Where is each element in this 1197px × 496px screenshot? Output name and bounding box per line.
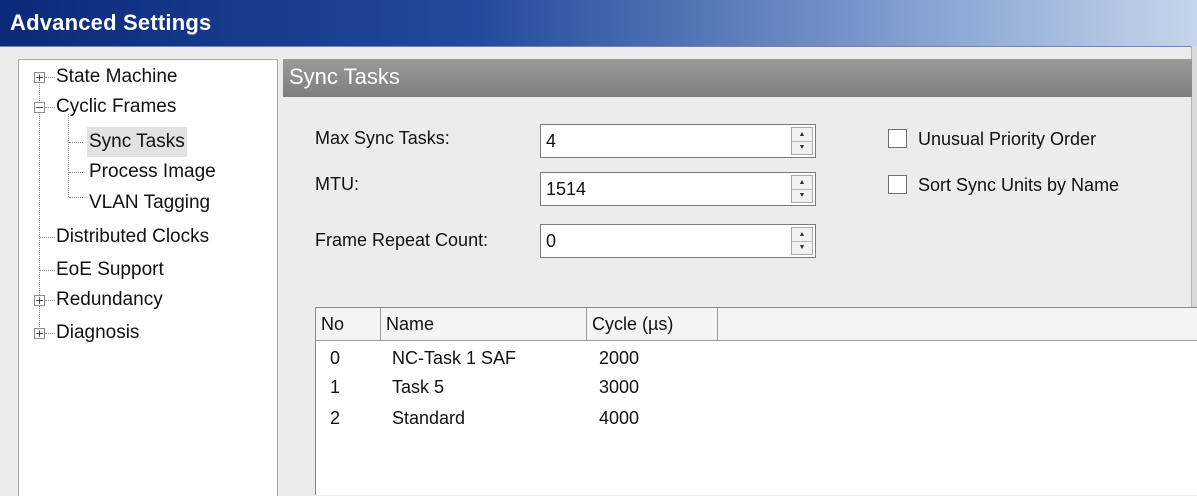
column-header-cycle[interactable]: Cycle (µs) <box>587 308 718 340</box>
sort-sync-units-label[interactable]: Sort Sync Units by Name <box>918 175 1119 196</box>
tree-item-eoe-support[interactable]: EoE Support <box>19 255 275 285</box>
unusual-priority-order-checkbox[interactable] <box>888 129 907 148</box>
pane-title: Sync Tasks <box>289 64 400 89</box>
cell-name: NC-Task 1 SAF <box>392 348 517 368</box>
tree-item-label: Process Image <box>89 161 216 182</box>
max-sync-tasks-label: Max Sync Tasks: <box>315 128 450 148</box>
expand-icon[interactable]: + <box>34 295 45 306</box>
unusual-priority-order-label[interactable]: Unusual Priority Order <box>918 129 1096 150</box>
max-sync-tasks-spinbox[interactable]: 4 ▲ ▼ <box>540 124 816 158</box>
cell-cycle: 3000 <box>599 377 640 397</box>
tree-item-label: Redundancy <box>56 289 163 310</box>
cell-no: 1 <box>330 377 341 397</box>
collapse-icon[interactable]: − <box>34 102 45 113</box>
column-header-no[interactable]: No <box>316 308 381 340</box>
sort-sync-units-checkbox[interactable] <box>888 175 907 194</box>
tree-item-label: Sync Tasks <box>87 127 187 157</box>
spin-buttons[interactable]: ▲ ▼ <box>791 127 813 155</box>
frame-repeat-count-value[interactable]: 0 <box>546 231 556 252</box>
tree-line <box>69 142 83 143</box>
tree-item-state-machine[interactable]: + State Machine <box>19 62 275 92</box>
tree-item-label: State Machine <box>56 66 178 87</box>
tree-line <box>69 172 83 173</box>
tree-line <box>45 300 55 301</box>
tree-item-label: EoE Support <box>56 259 164 280</box>
spin-buttons[interactable]: ▲ ▼ <box>791 227 813 255</box>
cell-name: Task 5 <box>392 377 445 397</box>
tree-item-sync-tasks[interactable]: Sync Tasks <box>19 127 275 157</box>
cell-name: Standard <box>392 408 466 428</box>
column-header-name[interactable]: Name <box>381 308 587 340</box>
max-sync-tasks-value[interactable]: 4 <box>546 131 556 152</box>
spin-down-icon[interactable]: ▼ <box>792 241 812 254</box>
cell-no: 2 <box>330 408 341 428</box>
tree-item-diagnosis[interactable]: + Diagnosis <box>19 318 275 348</box>
tree-item-cyclic-frames[interactable]: − Cyclic Frames <box>19 92 275 122</box>
tree-item-label: Diagnosis <box>56 322 140 343</box>
mtu-spinbox[interactable]: 1514 ▲ ▼ <box>540 172 816 206</box>
frame-repeat-count-spinbox[interactable]: 0 ▲ ▼ <box>540 224 816 258</box>
cell-cycle: 4000 <box>599 408 640 428</box>
sync-tasks-list[interactable]: No Name Cycle (µs) 0 NC-Task 1 SAF 2000 … <box>315 307 1197 495</box>
tree-item-label: Distributed Clocks <box>56 226 210 247</box>
tree-item-redundancy[interactable]: + Redundancy <box>19 285 275 315</box>
settings-tree[interactable]: + State Machine − Cyclic Frames Sync Tas… <box>18 59 278 496</box>
pane-header: Sync Tasks <box>283 59 1192 97</box>
spin-up-icon[interactable]: ▲ <box>792 128 812 142</box>
tree-item-label: VLAN Tagging <box>89 192 211 213</box>
expand-icon[interactable]: + <box>34 72 45 83</box>
cell-no: 0 <box>330 348 341 368</box>
frame-repeat-count-label: Frame Repeat Count: <box>315 230 489 250</box>
tree-item-vlan-tagging[interactable]: VLAN Tagging <box>19 188 275 218</box>
spin-down-icon[interactable]: ▼ <box>792 189 812 202</box>
expand-icon[interactable]: + <box>34 328 45 339</box>
tree-item-distributed-clocks[interactable]: Distributed Clocks <box>19 222 275 252</box>
tree-line <box>45 333 55 334</box>
spin-up-icon[interactable]: ▲ <box>792 228 812 242</box>
cell-cycle: 2000 <box>599 348 640 368</box>
spin-down-icon[interactable]: ▼ <box>792 141 812 154</box>
title-bar: Advanced Settings <box>0 0 1197 47</box>
tree-line <box>40 237 55 238</box>
mtu-label: MTU: <box>315 174 359 194</box>
spin-buttons[interactable]: ▲ ▼ <box>791 175 813 203</box>
spin-up-icon[interactable]: ▲ <box>792 176 812 190</box>
tree-line <box>45 107 55 108</box>
tree-item-label: Cyclic Frames <box>56 96 177 117</box>
tree-line <box>69 197 83 198</box>
tree-line <box>45 77 55 78</box>
tree-line <box>40 270 55 271</box>
window-title: Advanced Settings <box>10 10 212 35</box>
list-header: No Name Cycle (µs) <box>316 308 1197 341</box>
tree-item-process-image[interactable]: Process Image <box>19 157 275 187</box>
mtu-value[interactable]: 1514 <box>546 179 586 200</box>
